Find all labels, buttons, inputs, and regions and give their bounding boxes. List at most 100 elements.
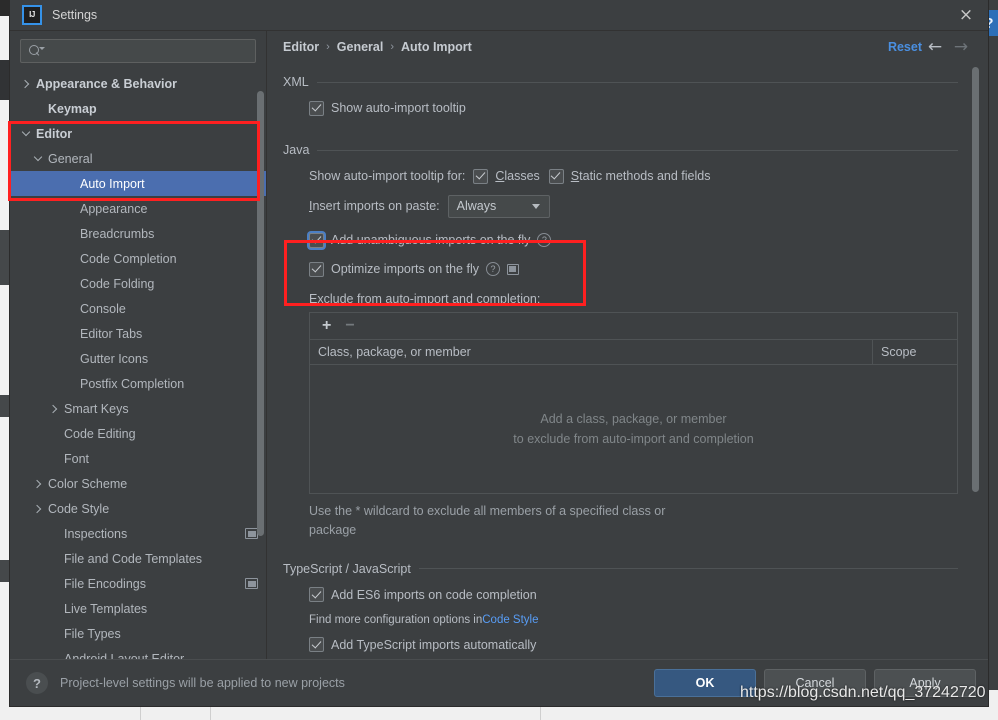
- sidebar-item-android-layout-editor[interactable]: Android Layout Editor: [10, 646, 266, 660]
- label-show-tooltip-for: Show auto-import tooltip for:: [309, 169, 466, 183]
- insert-imports-on-paste-dropdown[interactable]: Always: [447, 194, 550, 218]
- sidebar-item-editor[interactable]: Editor: [10, 121, 266, 146]
- sidebar-item-postfix-completion[interactable]: Postfix Completion: [10, 371, 266, 396]
- sidebar-item-label: Editor Tabs: [80, 326, 143, 341]
- group-title-java: Java: [283, 143, 310, 157]
- sidebar-item-code-style[interactable]: Code Style: [10, 496, 266, 521]
- close-icon[interactable]: ×: [944, 0, 988, 30]
- breadcrumb-separator-icon: ›: [390, 41, 395, 53]
- sidebar-item-file-encodings[interactable]: File Encodings: [10, 571, 266, 596]
- group-title-typescript: TypeScript / JavaScript: [283, 561, 411, 576]
- sidebar-item-inspections[interactable]: Inspections: [10, 521, 266, 546]
- row-insert-imports-on-paste: Insert imports on paste: Always: [283, 193, 958, 219]
- sidebar-item-gutter-icons[interactable]: Gutter Icons: [10, 346, 266, 371]
- search-wrapper: [10, 31, 266, 69]
- column-header-class-package-member[interactable]: Class, package, or member: [310, 340, 873, 364]
- option-optimize-imports[interactable]: Optimize imports on the fly ?: [283, 256, 958, 282]
- option-add-es6-imports[interactable]: Add ES6 imports on code completion: [283, 582, 958, 608]
- sidebar-scrollbar[interactable]: [257, 91, 264, 536]
- label-insert-imports-on-paste: Insert imports on paste:: [309, 199, 440, 213]
- sidebar-item-label: Color Scheme: [48, 476, 128, 491]
- sidebar-item-file-types[interactable]: File Types: [10, 621, 266, 646]
- search-input[interactable]: [20, 39, 256, 63]
- code-style-link[interactable]: Code Style: [482, 614, 538, 626]
- chevron-right-icon[interactable]: [32, 478, 44, 490]
- add-icon[interactable]: +: [322, 318, 331, 334]
- exclude-table: + − Class, package, or member Scope Add …: [309, 312, 958, 494]
- empty-text-line-2: to exclude from auto-import and completi…: [513, 432, 754, 446]
- background-fragment: [0, 60, 10, 100]
- main-scrollbar[interactable]: [972, 67, 979, 492]
- settings-tree[interactable]: Appearance & Behavior Keymap Editor General…: [10, 69, 266, 659]
- search-icon: [29, 44, 45, 58]
- sidebar-item-code-folding[interactable]: Code Folding: [10, 271, 266, 296]
- breadcrumb-item-editor[interactable]: Editor: [283, 40, 319, 54]
- chevron-right-icon[interactable]: [48, 403, 60, 415]
- sidebar-item-label: File Types: [64, 626, 121, 641]
- sidebar-item-editor-tabs[interactable]: Editor Tabs: [10, 321, 266, 346]
- checkbox-add-es6-imports[interactable]: [309, 587, 324, 602]
- background-fragment: [0, 560, 10, 582]
- sidebar-item-live-templates[interactable]: Live Templates: [10, 596, 266, 621]
- chevron-down-icon[interactable]: [32, 153, 44, 165]
- sidebar-item-appearance-behavior[interactable]: Appearance & Behavior: [10, 71, 266, 96]
- option-add-typescript-imports[interactable]: Add TypeScript imports automatically: [283, 632, 958, 658]
- sidebar-item-label: Breadcrumbs: [80, 226, 155, 241]
- sidebar-item-code-completion[interactable]: Code Completion: [10, 246, 266, 271]
- group-xml: XML Show auto-import tooltip: [283, 75, 958, 121]
- chevron-down-icon[interactable]: [20, 128, 32, 140]
- checkbox-show-auto-import-tooltip[interactable]: [309, 100, 324, 116]
- sidebar-item-label: General: [48, 151, 93, 166]
- group-typescript-javascript: TypeScript / JavaScript Add ES6 imports …: [283, 562, 958, 658]
- sidebar-item-label: Gutter Icons: [80, 351, 149, 366]
- reset-link[interactable]: Reset: [888, 40, 922, 54]
- label-add-es6-imports: Add ES6 imports on code completion: [331, 587, 537, 602]
- back-arrow-icon[interactable]: ←: [922, 36, 948, 58]
- forward-arrow-icon[interactable]: →: [948, 36, 974, 58]
- sidebar-item-breadcrumbs[interactable]: Breadcrumbs: [10, 221, 266, 246]
- chevron-right-icon[interactable]: [20, 78, 32, 90]
- breadcrumb-separator-icon: ›: [326, 41, 330, 53]
- empty-text-line-1: Add a class, package, or member: [540, 412, 727, 426]
- sidebar-item-smart-keys[interactable]: Smart Keys: [10, 396, 266, 421]
- checkbox-classes[interactable]: [473, 168, 489, 184]
- sidebar-item-general[interactable]: General: [10, 146, 266, 171]
- breadcrumb-item-general[interactable]: General: [337, 40, 384, 54]
- sidebar-item-auto-import[interactable]: Auto Import: [10, 171, 266, 196]
- sidebar-item-code-editing[interactable]: Code Editing: [10, 421, 266, 446]
- sidebar-item-appearance[interactable]: Appearance: [10, 196, 266, 221]
- sidebar-item-console[interactable]: Console: [10, 296, 266, 321]
- sidebar-item-font[interactable]: Font: [10, 446, 266, 471]
- sidebar-item-label: Auto Import: [80, 176, 145, 191]
- help-icon[interactable]: ?: [537, 233, 552, 247]
- checkbox-static-methods-and-fields[interactable]: [548, 168, 564, 184]
- help-icon[interactable]: ?: [26, 672, 48, 694]
- checkbox-add-typescript-imports[interactable]: [309, 637, 324, 652]
- checkbox-optimize-imports[interactable]: [309, 261, 324, 277]
- breadcrumb-item-auto-import: Auto Import: [401, 40, 472, 54]
- column-header-scope[interactable]: Scope: [873, 340, 957, 364]
- dialog-title: Settings: [52, 8, 98, 22]
- option-add-unambiguous-imports[interactable]: Add unambiguous imports on the fly ?: [283, 227, 958, 253]
- sidebar-item-keymap[interactable]: Keymap: [10, 96, 266, 121]
- option-show-auto-import-tooltip[interactable]: Show auto-import tooltip: [283, 95, 958, 121]
- checkbox-add-unambiguous-imports[interactable]: [309, 232, 324, 248]
- remove-icon[interactable]: −: [345, 318, 354, 334]
- sidebar-item-color-scheme[interactable]: Color Scheme: [10, 471, 266, 496]
- chevron-right-icon[interactable]: [32, 503, 44, 515]
- sidebar-item-label: File and Code Templates: [64, 551, 203, 566]
- help-icon[interactable]: ?: [485, 262, 500, 276]
- dialog-titlebar: IJ Settings ×: [10, 0, 988, 31]
- intellij-logo-icon: IJ: [22, 5, 42, 25]
- chevron-down-icon: [531, 203, 540, 209]
- sidebar-item-file-and-code-templates[interactable]: File and Code Templates: [10, 546, 266, 571]
- exclude-table-empty-state: Add a class, package, or member to exclu…: [310, 365, 957, 493]
